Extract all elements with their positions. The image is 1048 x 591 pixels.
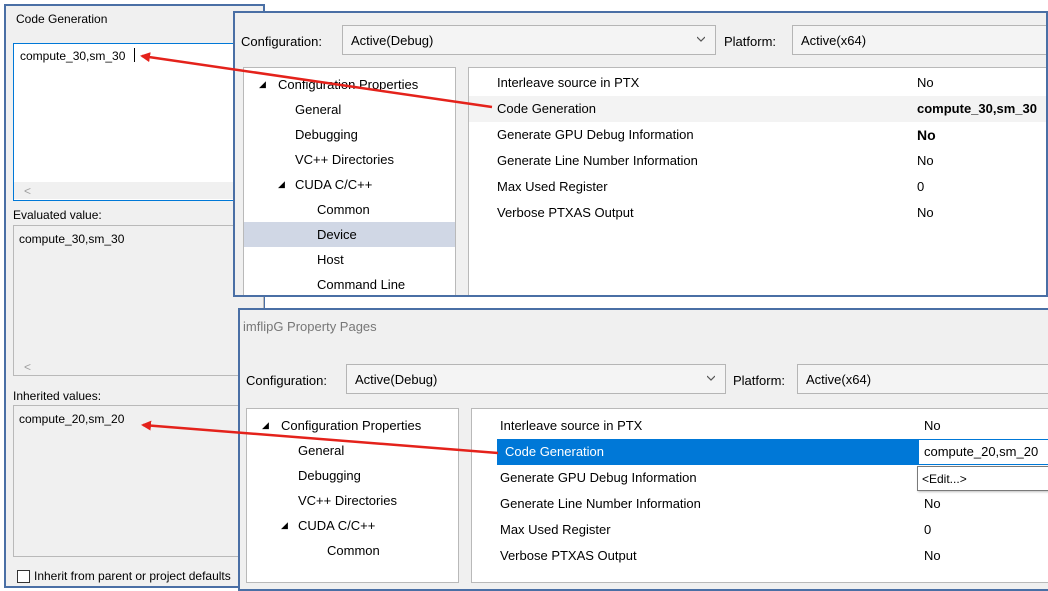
editor-title: Code Generation	[16, 12, 108, 26]
tree-item-vc-directories[interactable]: VC++ Directories	[244, 147, 455, 172]
tree-item-label: Device	[317, 227, 357, 242]
inherited-value-box	[13, 405, 264, 557]
tree-item-label: Configuration Properties	[278, 77, 419, 92]
tree-item-label: CUDA C/C++	[295, 177, 373, 192]
property-row-selected[interactable]: Code Generation compute_20,sm_20	[497, 439, 1048, 465]
evaluated-value-text: compute_30,sm_30	[19, 232, 125, 246]
expand-triangle-icon[interactable]: ◢	[259, 72, 266, 97]
tree-item-cuda-cpp[interactable]: ◢ CUDA C/C++	[244, 172, 455, 197]
configuration-select-value: Active(Debug)	[351, 33, 434, 48]
property-row[interactable]: Interleave source in PTX No	[469, 70, 1046, 96]
platform-label: Platform:	[724, 34, 777, 49]
bottom-property-dialog: imflipG Property Pages Configuration: Ac…	[238, 308, 1048, 591]
property-row[interactable]: Interleave source in PTX No	[472, 413, 1048, 439]
property-row[interactable]: Max Used Register 0	[469, 174, 1046, 200]
scroll-left-arrow-icon[interactable]: <	[24, 184, 31, 198]
configuration-label: Configuration:	[246, 373, 327, 388]
property-row[interactable]: Code Generation compute_30,sm_30	[469, 96, 1046, 122]
property-row[interactable]: Generate Line Number Information No	[472, 491, 1048, 517]
dialog-title: imflipG Property Pages	[243, 319, 377, 334]
property-row[interactable]: Verbose PTXAS Output No	[472, 543, 1048, 569]
value-dropdown-popup[interactable]: <Edit...>	[917, 466, 1048, 491]
tree-item-label: VC++ Directories	[298, 493, 397, 508]
top-property-grid: Interleave source in PTX No Code Generat…	[468, 67, 1046, 295]
tree-item-label: Configuration Properties	[281, 418, 422, 433]
tree-item-label: General	[298, 443, 345, 458]
chevron-down-icon	[707, 375, 715, 381]
tree-item-label: General	[295, 102, 342, 117]
bottom-property-grid: Interleave source in PTX No Code Generat…	[471, 408, 1048, 583]
tree-item-configuration-properties[interactable]: ◢ Configuration Properties	[247, 413, 458, 438]
tree-item-cuda-cpp[interactable]: ◢ CUDA C/C++	[247, 513, 458, 538]
configuration-select-value: Active(Debug)	[355, 372, 438, 387]
tree-item-label: Debugging	[298, 468, 361, 483]
expand-triangle-icon[interactable]: ◢	[281, 513, 288, 538]
tree-item-host[interactable]: Host	[244, 247, 455, 272]
edit-option[interactable]: <Edit...>	[922, 472, 967, 486]
tree-item-label: Command Line	[317, 277, 406, 292]
inherited-value-text: compute_20,sm_20	[19, 412, 125, 426]
editor-value-text: compute_30,sm_30	[20, 49, 126, 63]
inherited-label: Inherited values:	[13, 389, 102, 403]
tree-item-label: Common	[327, 543, 380, 558]
property-row[interactable]: Generate Line Number Information No	[469, 148, 1046, 174]
top-property-dialog: Configuration: Active(Debug) Platform: A…	[233, 11, 1048, 297]
tree-item-device[interactable]: Device	[244, 222, 455, 247]
editor-value-textbox[interactable]	[13, 43, 264, 201]
evaluated-scrollbar[interactable]: <	[14, 358, 263, 375]
evaluated-label: Evaluated value:	[13, 208, 102, 222]
tree-item-label: Common	[317, 202, 370, 217]
platform-select-value: Active(x64)	[801, 33, 867, 48]
tree-item-debugging[interactable]: Debugging	[247, 463, 458, 488]
tree-item-label: Debugging	[295, 127, 358, 142]
tree-item-debugging[interactable]: Debugging	[244, 122, 455, 147]
scroll-left-arrow-icon[interactable]: <	[24, 360, 31, 374]
property-row[interactable]: Max Used Register 0	[472, 517, 1048, 543]
configuration-select[interactable]: Active(Debug)	[346, 364, 726, 394]
tree-item-label: VC++ Directories	[295, 152, 394, 167]
tree-item-common[interactable]: Common	[244, 197, 455, 222]
platform-select[interactable]: Active(x64)	[792, 25, 1046, 55]
inherit-checkbox[interactable]	[17, 570, 30, 583]
property-row[interactable]: Generate GPU Debug Information No	[469, 122, 1046, 148]
tree-item-label: Host	[317, 252, 344, 267]
platform-select-value: Active(x64)	[806, 372, 872, 387]
property-row[interactable]: Verbose PTXAS Output No	[469, 200, 1046, 226]
platform-label: Platform:	[733, 373, 786, 388]
inherit-checkbox-label[interactable]: Inherit from parent or project defaults	[34, 570, 231, 582]
expand-triangle-icon[interactable]: ◢	[278, 172, 285, 197]
tree-item-configuration-properties[interactable]: ◢ Configuration Properties	[244, 72, 455, 97]
tree-item-vc-directories[interactable]: VC++ Directories	[247, 488, 458, 513]
platform-select[interactable]: Active(x64)	[797, 364, 1048, 394]
evaluated-value-box	[13, 225, 264, 376]
tree-item-general[interactable]: General	[247, 438, 458, 463]
top-tree-pane: ◢ Configuration Properties General Debug…	[243, 67, 456, 295]
text-caret	[134, 48, 135, 62]
tree-item-common[interactable]: Common	[247, 538, 458, 563]
expand-triangle-icon[interactable]: ◢	[262, 413, 269, 438]
bottom-tree-pane: ◢ Configuration Properties General Debug…	[246, 408, 459, 583]
tree-item-general[interactable]: General	[244, 97, 455, 122]
configuration-label: Configuration:	[241, 34, 322, 49]
tree-item-label: CUDA C/C++	[298, 518, 376, 533]
editor-value-scrollbar[interactable]: <	[14, 182, 263, 199]
chevron-down-icon	[697, 36, 705, 42]
configuration-select[interactable]: Active(Debug)	[342, 25, 716, 55]
tree-item-command-line[interactable]: Command Line	[244, 272, 455, 295]
